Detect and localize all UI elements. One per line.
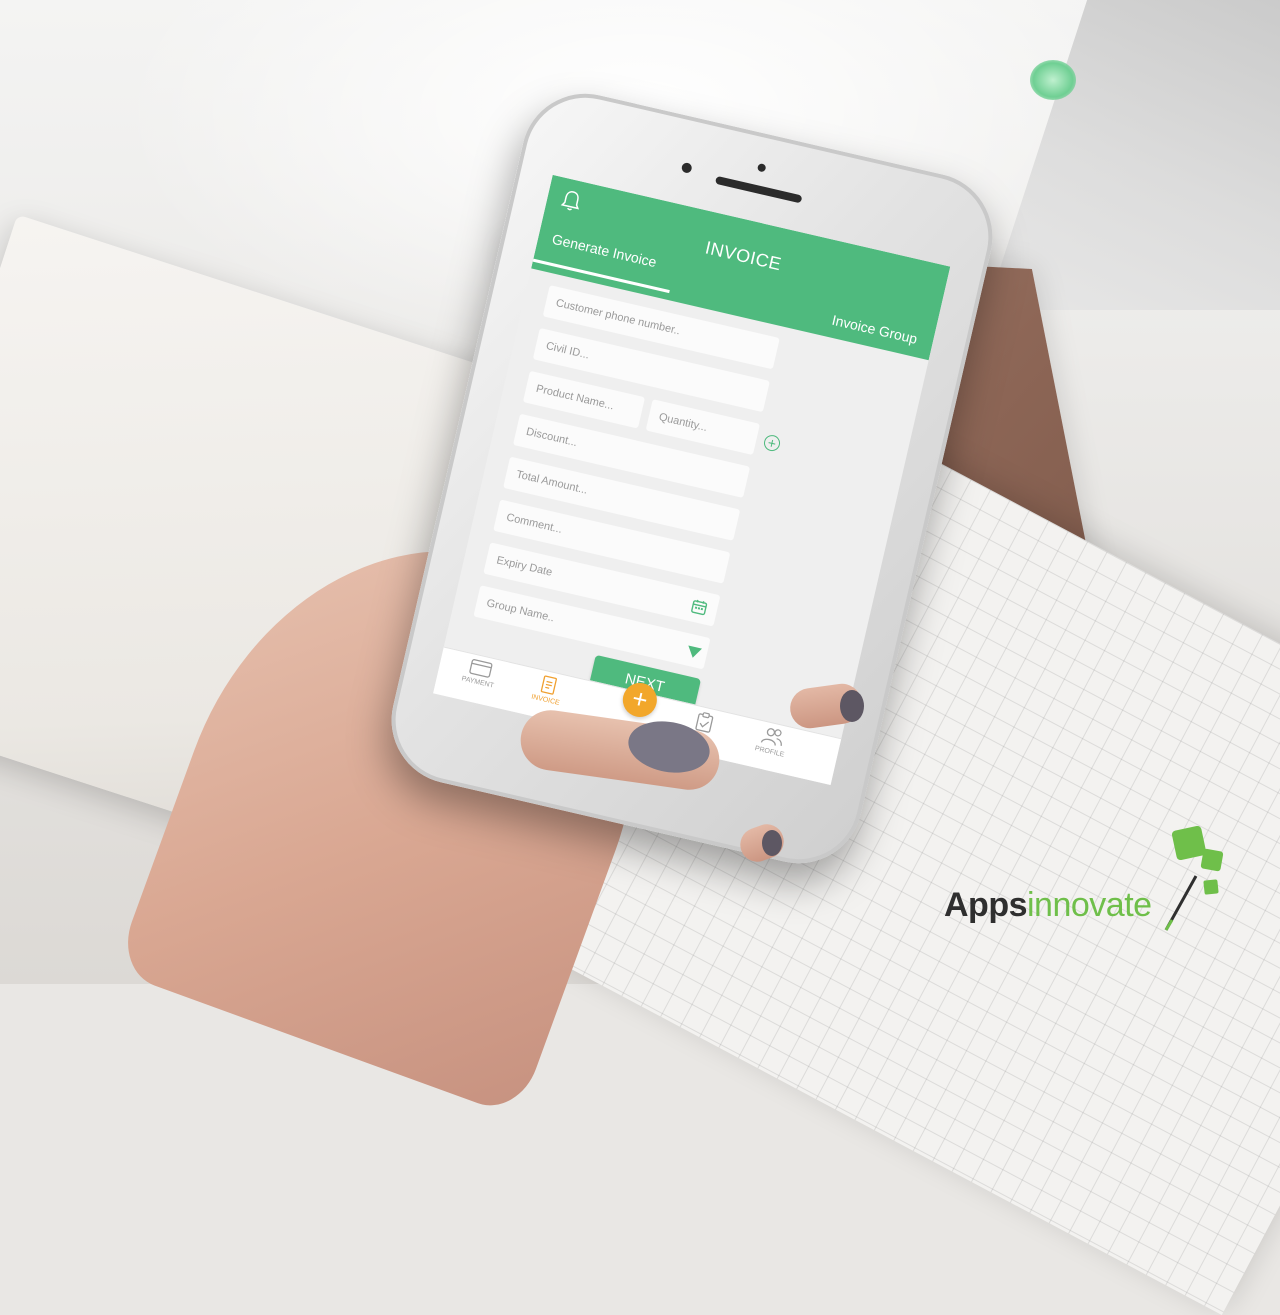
card-icon (469, 659, 493, 678)
invoice-icon (540, 675, 557, 695)
plus-circle-icon[interactable]: + (762, 433, 782, 453)
nav-invoice-label: INVOICE (530, 693, 561, 707)
tab-invoice-group[interactable]: Invoice Group (830, 312, 919, 347)
logo-text-innovate: innovate (1027, 886, 1152, 924)
app-screen: INVOICE Generate Invoice Invoice Group C… (433, 174, 951, 786)
earpiece-speaker (714, 175, 803, 204)
logo-mark-icon (1164, 825, 1224, 931)
nav-invoice[interactable]: INVOICE (510, 668, 585, 711)
nav-payment[interactable]: PAYMENT (443, 653, 517, 694)
fingernail (840, 690, 864, 722)
nav-profile[interactable]: PROFILE (735, 720, 810, 763)
fingernail (762, 830, 782, 856)
users-icon (760, 728, 782, 747)
logo-text-apps: Apps (944, 886, 1028, 924)
sensor-dot (756, 162, 767, 173)
laptop-light (1030, 60, 1076, 100)
brand-logo: Appsinnovate (944, 886, 1152, 925)
front-camera (680, 161, 693, 174)
